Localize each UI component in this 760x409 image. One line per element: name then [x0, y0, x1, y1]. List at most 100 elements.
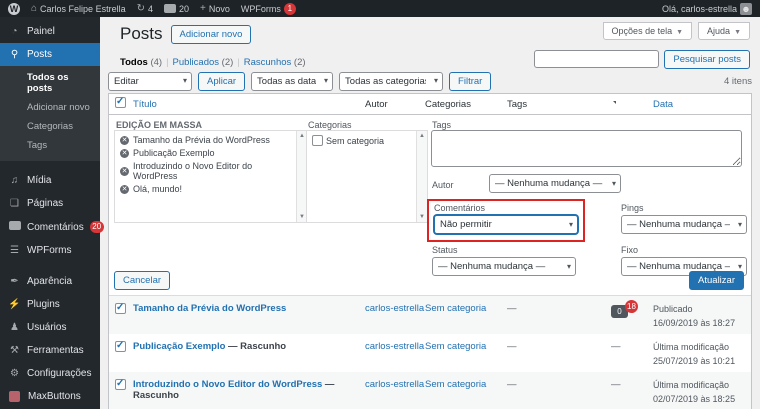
post-title-link[interactable]: Tamanho da Prévia do WordPress — [133, 303, 286, 314]
submenu-item-categorias[interactable]: Categorias — [0, 117, 100, 136]
comments-cell: — — [611, 372, 653, 390]
author-link[interactable]: carlos-estrella — [365, 379, 424, 390]
wpforms-icon: ☰ — [8, 245, 21, 256]
sidebar-item-ferramentas[interactable]: ⚒ Ferramentas — [0, 339, 100, 362]
posts-table: Título Autor Categorias Tags Data EDIÇÃO… — [108, 93, 752, 409]
comments-cell: — — [611, 334, 653, 352]
sidebar-item-wpforms[interactable]: ☰ WPForms — [0, 239, 100, 262]
sidebar-item-posts[interactable]: ⚲ Posts — [0, 43, 100, 66]
sem-categoria-checkbox[interactable] — [312, 135, 323, 146]
remove-post-icon[interactable]: ✕ — [120, 149, 129, 158]
author-link[interactable]: carlos-estrella — [365, 341, 424, 352]
sidebar-item-plugins[interactable]: ⚡ Plugins — [0, 293, 100, 316]
bulk-edit-posts-list: ✕ Tamanho da Prévia do WordPress ✕ Publi… — [114, 130, 308, 223]
bulk-status-select[interactable]: — Nenhuma mudança — — [432, 257, 576, 276]
category-link[interactable]: Sem categoria — [425, 379, 486, 390]
wordpress-logo-icon[interactable]: W — [8, 3, 20, 15]
add-new-post-button[interactable]: Adicionar novo — [171, 25, 252, 44]
search-posts-input[interactable] — [534, 50, 659, 68]
sidebar-item-midia[interactable]: ♫ Mídia — [0, 169, 100, 192]
sidebar-item-label: Comentários — [27, 222, 84, 233]
filter-dates-select[interactable]: Todas as datas — [251, 72, 333, 91]
remove-post-icon[interactable]: ✕ — [120, 167, 129, 176]
bulk-author-select[interactable]: — Nenhuma mudança — — [489, 174, 621, 193]
updates-menu[interactable]: ↻ 4 — [137, 4, 153, 14]
apply-button[interactable]: Aplicar — [198, 72, 245, 91]
bulk-edit-panel: EDIÇÃO EM MASSA ✕ Tamanho da Prévia do W… — [109, 115, 751, 296]
update-button[interactable]: Atualizar — [689, 271, 744, 290]
row-checkbox[interactable] — [115, 379, 126, 390]
row-checkbox[interactable] — [115, 303, 126, 314]
sidebar-item-label: Usuários — [27, 322, 66, 333]
comments-menu[interactable]: 20 — [164, 4, 189, 14]
bulk-tags-input[interactable] — [431, 130, 742, 167]
my-account-menu[interactable]: Olá, carlos-estrella ☻ — [662, 3, 752, 15]
bulk-pings-select[interactable]: — Nenhuma mudança — — [621, 215, 747, 234]
admin-comments-count: 20 — [179, 4, 189, 14]
column-date-sort[interactable]: Data — [653, 99, 673, 110]
plugins-icon: ⚡ — [8, 299, 21, 310]
main-content: Posts Adicionar novo Opções de tela▼ Aju… — [100, 17, 760, 409]
screen-options-button[interactable]: Opções de tela▼ — [603, 22, 692, 40]
updates-icon: ↻ — [137, 4, 145, 14]
site-name-menu[interactable]: ⌂ Carlos Felipe Estrella — [31, 4, 126, 14]
scroll-down-icon[interactable]: ▼ — [417, 214, 427, 220]
sidebar-item-aparencia[interactable]: ✒ Aparência — [0, 270, 100, 293]
home-icon: ⌂ — [31, 4, 37, 14]
scrollbar[interactable]: ▲▼ — [416, 131, 427, 222]
updates-count: 4 — [148, 4, 153, 14]
category-link[interactable]: Sem categoria — [425, 341, 486, 352]
help-button[interactable]: Ajuda▼ — [698, 22, 750, 40]
comments-count-badge: 20 — [90, 221, 104, 233]
filter-categories-select[interactable]: Todas as categorias — [339, 72, 443, 91]
submenu-item-adicionar-novo[interactable]: Adicionar novo — [0, 98, 100, 117]
sidebar-item-label: Configurações — [27, 368, 91, 379]
bulk-categories-label: Categorias — [308, 120, 352, 130]
date-cell: Publicado16/09/2019 às 18:27 — [653, 296, 751, 330]
sidebar-item-maxbuttons[interactable]: MaxButtons — [0, 385, 100, 408]
view-all-link[interactable]: Todos (4) — [120, 57, 162, 68]
post-title-link[interactable]: Introduzindo o Novo Editor do WordPress — [133, 379, 322, 390]
select-all-checkbox[interactable] — [115, 97, 126, 108]
view-drafts-link[interactable]: Rascunhos (2) — [244, 57, 306, 68]
comments-icon — [8, 221, 21, 233]
search-posts-button[interactable]: Pesquisar posts — [664, 50, 750, 69]
new-content-menu[interactable]: + Novo — [200, 4, 230, 14]
sidebar-item-painel[interactable]: ◔ Painel — [0, 17, 100, 43]
comment-count-bubble[interactable]: 018 — [611, 305, 628, 318]
author-link[interactable]: carlos-estrella — [365, 303, 424, 314]
category-link[interactable]: Sem categoria — [425, 303, 486, 314]
submenu-item-todos-os-posts[interactable]: Todos os posts — [0, 68, 100, 98]
maxbuttons-icon — [9, 391, 20, 402]
wpforms-badge: 1 — [284, 3, 296, 15]
table-header-row: Título Autor Categorias Tags Data — [109, 94, 751, 115]
scroll-up-icon[interactable]: ▲ — [417, 133, 427, 139]
bulk-edit-post-item: ✕ Publicação Exemplo — [120, 148, 293, 158]
sidebar-item-label: Páginas — [27, 198, 63, 209]
category-option[interactable]: Sem categoria — [312, 135, 413, 146]
table-row: Tamanho da Prévia do WordPress carlos-es… — [109, 296, 751, 334]
cancel-button[interactable]: Cancelar — [114, 271, 170, 290]
date-cell: Última modificação02/07/2019 às 18:25 — [653, 372, 751, 406]
submenu-item-tags[interactable]: Tags — [0, 136, 100, 155]
sidebar-item-paginas[interactable]: ❏ Páginas — [0, 192, 100, 215]
remove-post-icon[interactable]: ✕ — [120, 185, 129, 194]
filter-button[interactable]: Filtrar — [449, 72, 491, 91]
column-tags: Tags — [507, 99, 611, 110]
tags-cell: — — [507, 296, 611, 314]
bulk-action-select[interactable]: Editar — [108, 72, 192, 91]
column-title-sort[interactable]: Título — [133, 99, 157, 110]
bulk-comments-select[interactable]: Não permitir — [434, 215, 578, 234]
remove-post-icon[interactable]: ✕ — [120, 136, 129, 145]
table-row: Publicação Exemplo — Rascunho carlos-est… — [109, 334, 751, 372]
sidebar-item-label: MaxButtons — [28, 391, 81, 402]
post-title-link[interactable]: Publicação Exemplo — [133, 341, 225, 352]
sidebar-item-usuarios[interactable]: ♟ Usuários — [0, 316, 100, 339]
view-published-link[interactable]: Publicados (2) — [173, 57, 234, 68]
wpforms-menu[interactable]: WPForms 1 — [241, 3, 296, 15]
sidebar-item-configuracoes[interactable]: ⚙ Configurações — [0, 362, 100, 385]
admin-bar: W ⌂ Carlos Felipe Estrella ↻ 4 20 + Novo… — [0, 0, 760, 17]
row-checkbox[interactable] — [115, 341, 126, 352]
sidebar-item-label: WPForms — [27, 245, 71, 256]
sidebar-item-comentarios[interactable]: Comentários 20 — [0, 215, 100, 239]
